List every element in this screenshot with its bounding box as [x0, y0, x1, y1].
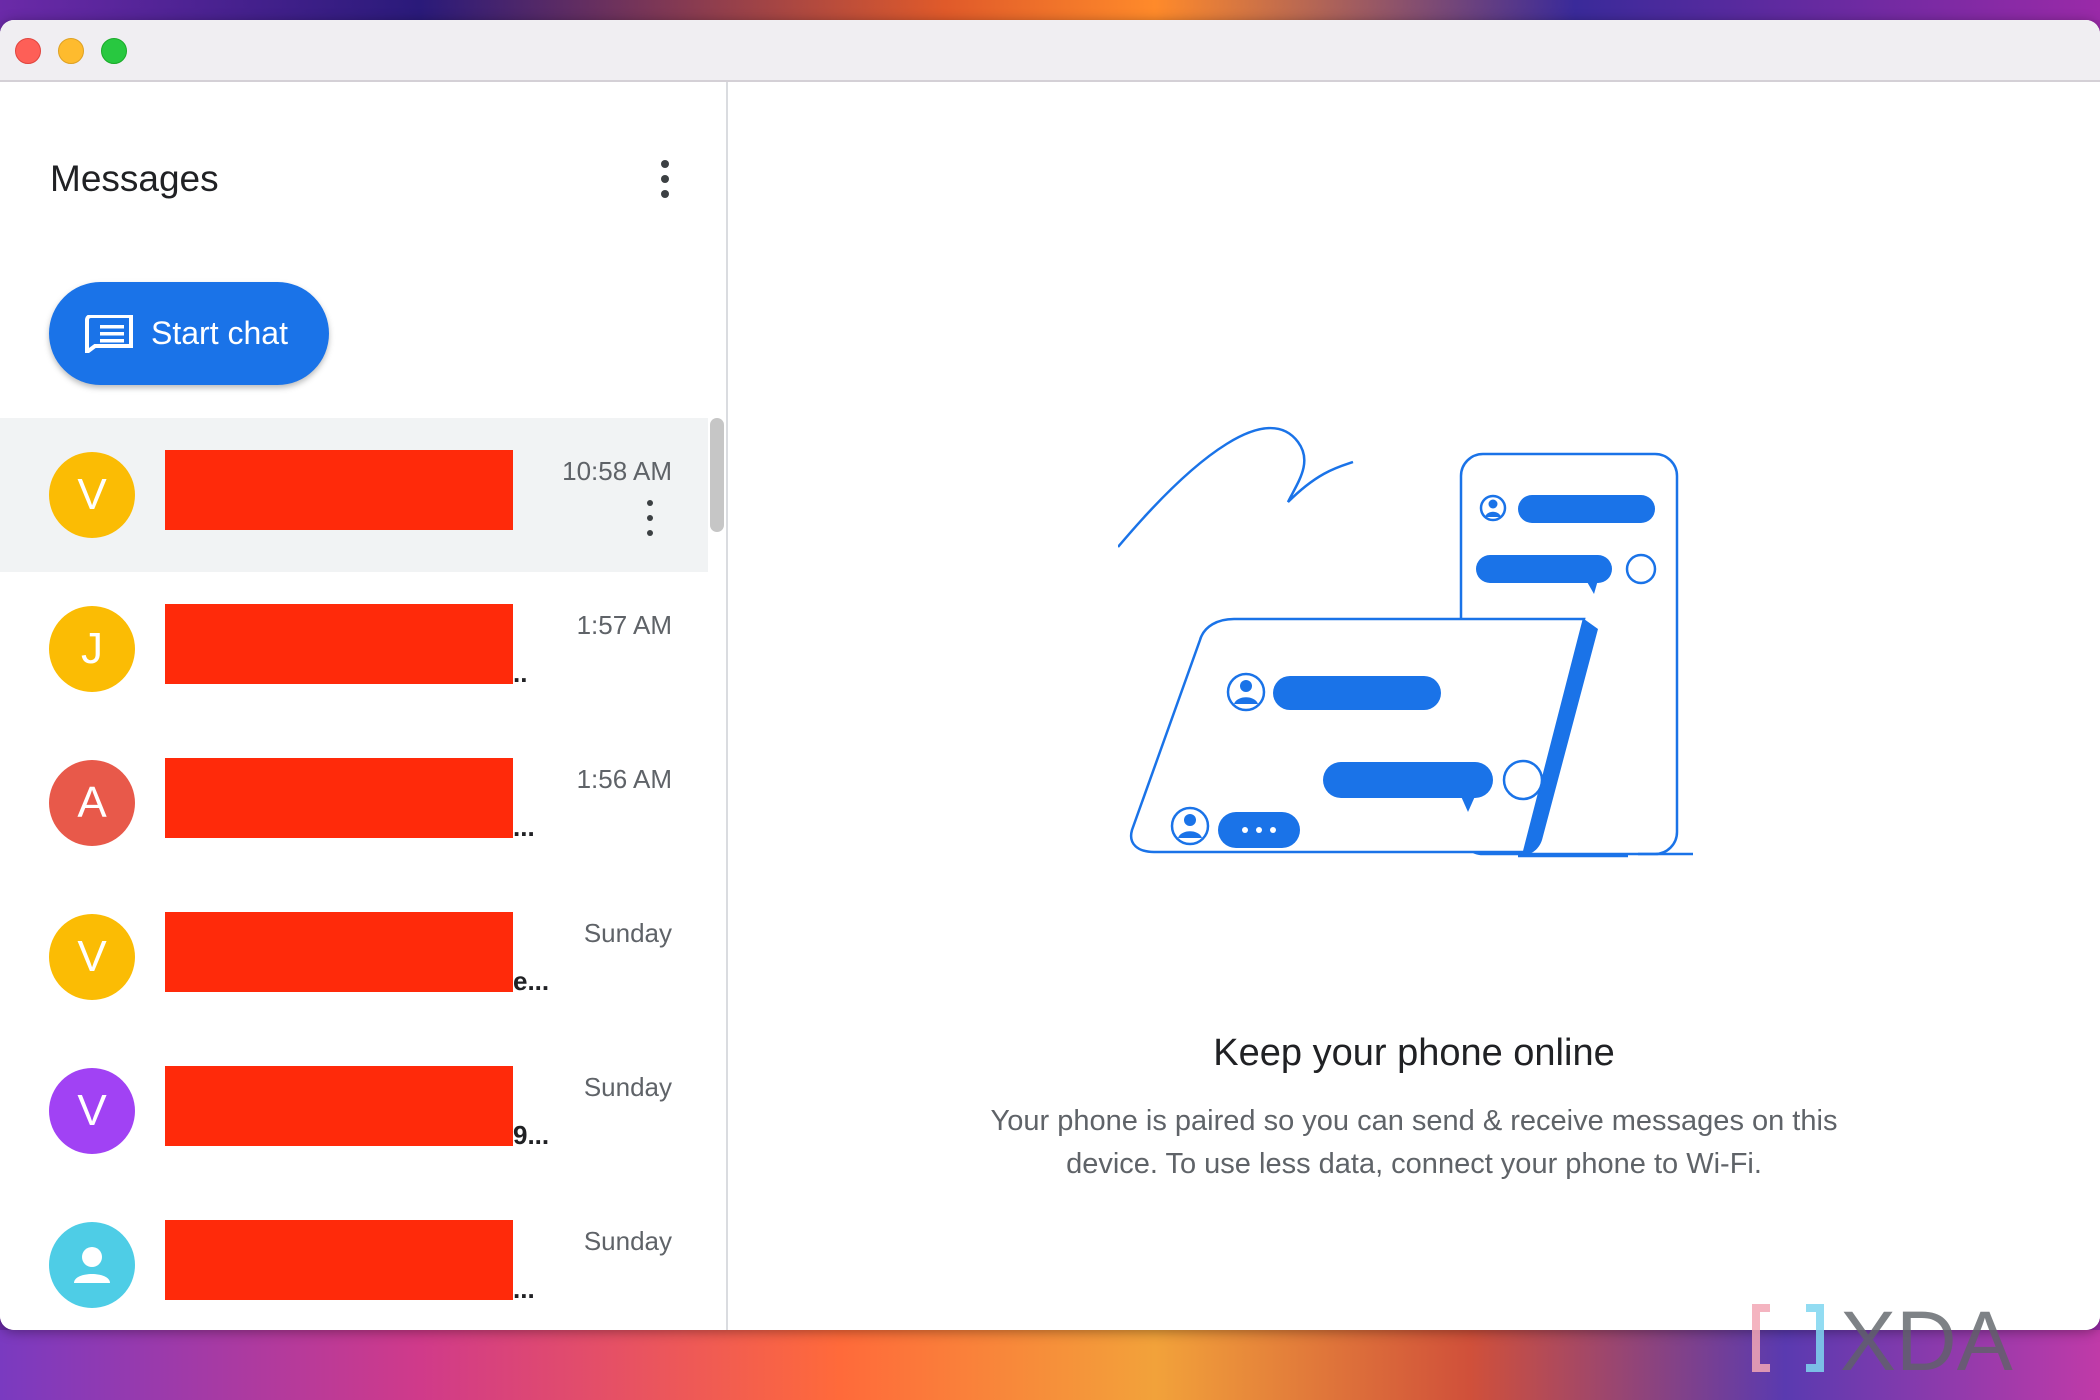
- snippet-tail: ...: [513, 812, 535, 842]
- window-titlebar[interactable]: [0, 20, 2100, 82]
- snippet-tail: 9...: [513, 1120, 550, 1150]
- conversation-time: Sunday: [583, 918, 672, 948]
- conversation-list: V 10:58 AM J .. 1:57 AM A ... 1:56 AM V …: [0, 418, 710, 1330]
- conversation-item[interactable]: V 9... Sunday: [0, 1034, 708, 1188]
- chat-icon: [85, 314, 133, 353]
- app-title: Messages: [50, 158, 219, 199]
- redacted-preview: [165, 450, 513, 530]
- redacted-preview: [165, 758, 513, 838]
- redacted-preview: [165, 1220, 513, 1300]
- conversation-time: Sunday: [583, 1226, 672, 1256]
- maximize-window-button[interactable]: [101, 38, 127, 64]
- avatar: A: [49, 760, 135, 846]
- conversation-options-button[interactable]: [644, 500, 656, 536]
- conversation-item[interactable]: ... Sunday: [0, 1188, 708, 1330]
- avatar: J: [49, 606, 135, 692]
- watermark-text: XDA: [1840, 1298, 2013, 1378]
- conversation-time: 1:57 AM: [576, 610, 672, 640]
- more-options-button[interactable]: [648, 156, 682, 202]
- redacted-preview: [165, 604, 513, 684]
- close-window-button[interactable]: [15, 38, 41, 64]
- avatar: V: [49, 452, 135, 538]
- snippet-tail: e...: [513, 966, 550, 996]
- start-chat-label: Start chat: [151, 315, 288, 351]
- conversation-item[interactable]: A ... 1:56 AM: [0, 726, 708, 880]
- conversation-item[interactable]: J .. 1:57 AM: [0, 572, 708, 726]
- avatar: V: [49, 1068, 135, 1154]
- person-icon: [74, 1247, 110, 1283]
- conversation-item[interactable]: V 10:58 AM: [0, 418, 708, 572]
- snippet-tail: ..: [513, 658, 528, 688]
- more-vert-icon: [661, 160, 669, 168]
- xda-watermark-logo: XDA: [1752, 1298, 2013, 1378]
- conversation-time: Sunday: [583, 1072, 672, 1102]
- phone-online-illustration: [1118, 426, 1693, 858]
- conversation-sidebar: Messages Start chat V 10:58 AM J .. 1:57…: [0, 82, 728, 1330]
- conversation-scrollbar[interactable]: [710, 418, 724, 532]
- more-vert-icon: [647, 500, 653, 506]
- conversation-time: 10:58 AM: [562, 456, 672, 486]
- main-pane: Keep your phone online Your phone is pai…: [728, 82, 2100, 1330]
- redacted-preview: [165, 1066, 513, 1146]
- snippet-tail: ...: [513, 1274, 535, 1304]
- avatar: [49, 1222, 135, 1308]
- conversation-time: 1:56 AM: [576, 764, 672, 794]
- main-description: Your phone is paired so you can send & r…: [990, 1105, 1838, 1180]
- conversation-item[interactable]: V e... Sunday: [0, 880, 708, 1034]
- main-heading: Keep your phone online: [1213, 1032, 1615, 1074]
- start-chat-button[interactable]: Start chat: [49, 282, 329, 385]
- redacted-preview: [165, 912, 513, 992]
- minimize-window-button[interactable]: [58, 38, 84, 64]
- messages-window: Messages Start chat V 10:58 AM J .. 1:57…: [0, 20, 2100, 1330]
- avatar: V: [49, 914, 135, 1000]
